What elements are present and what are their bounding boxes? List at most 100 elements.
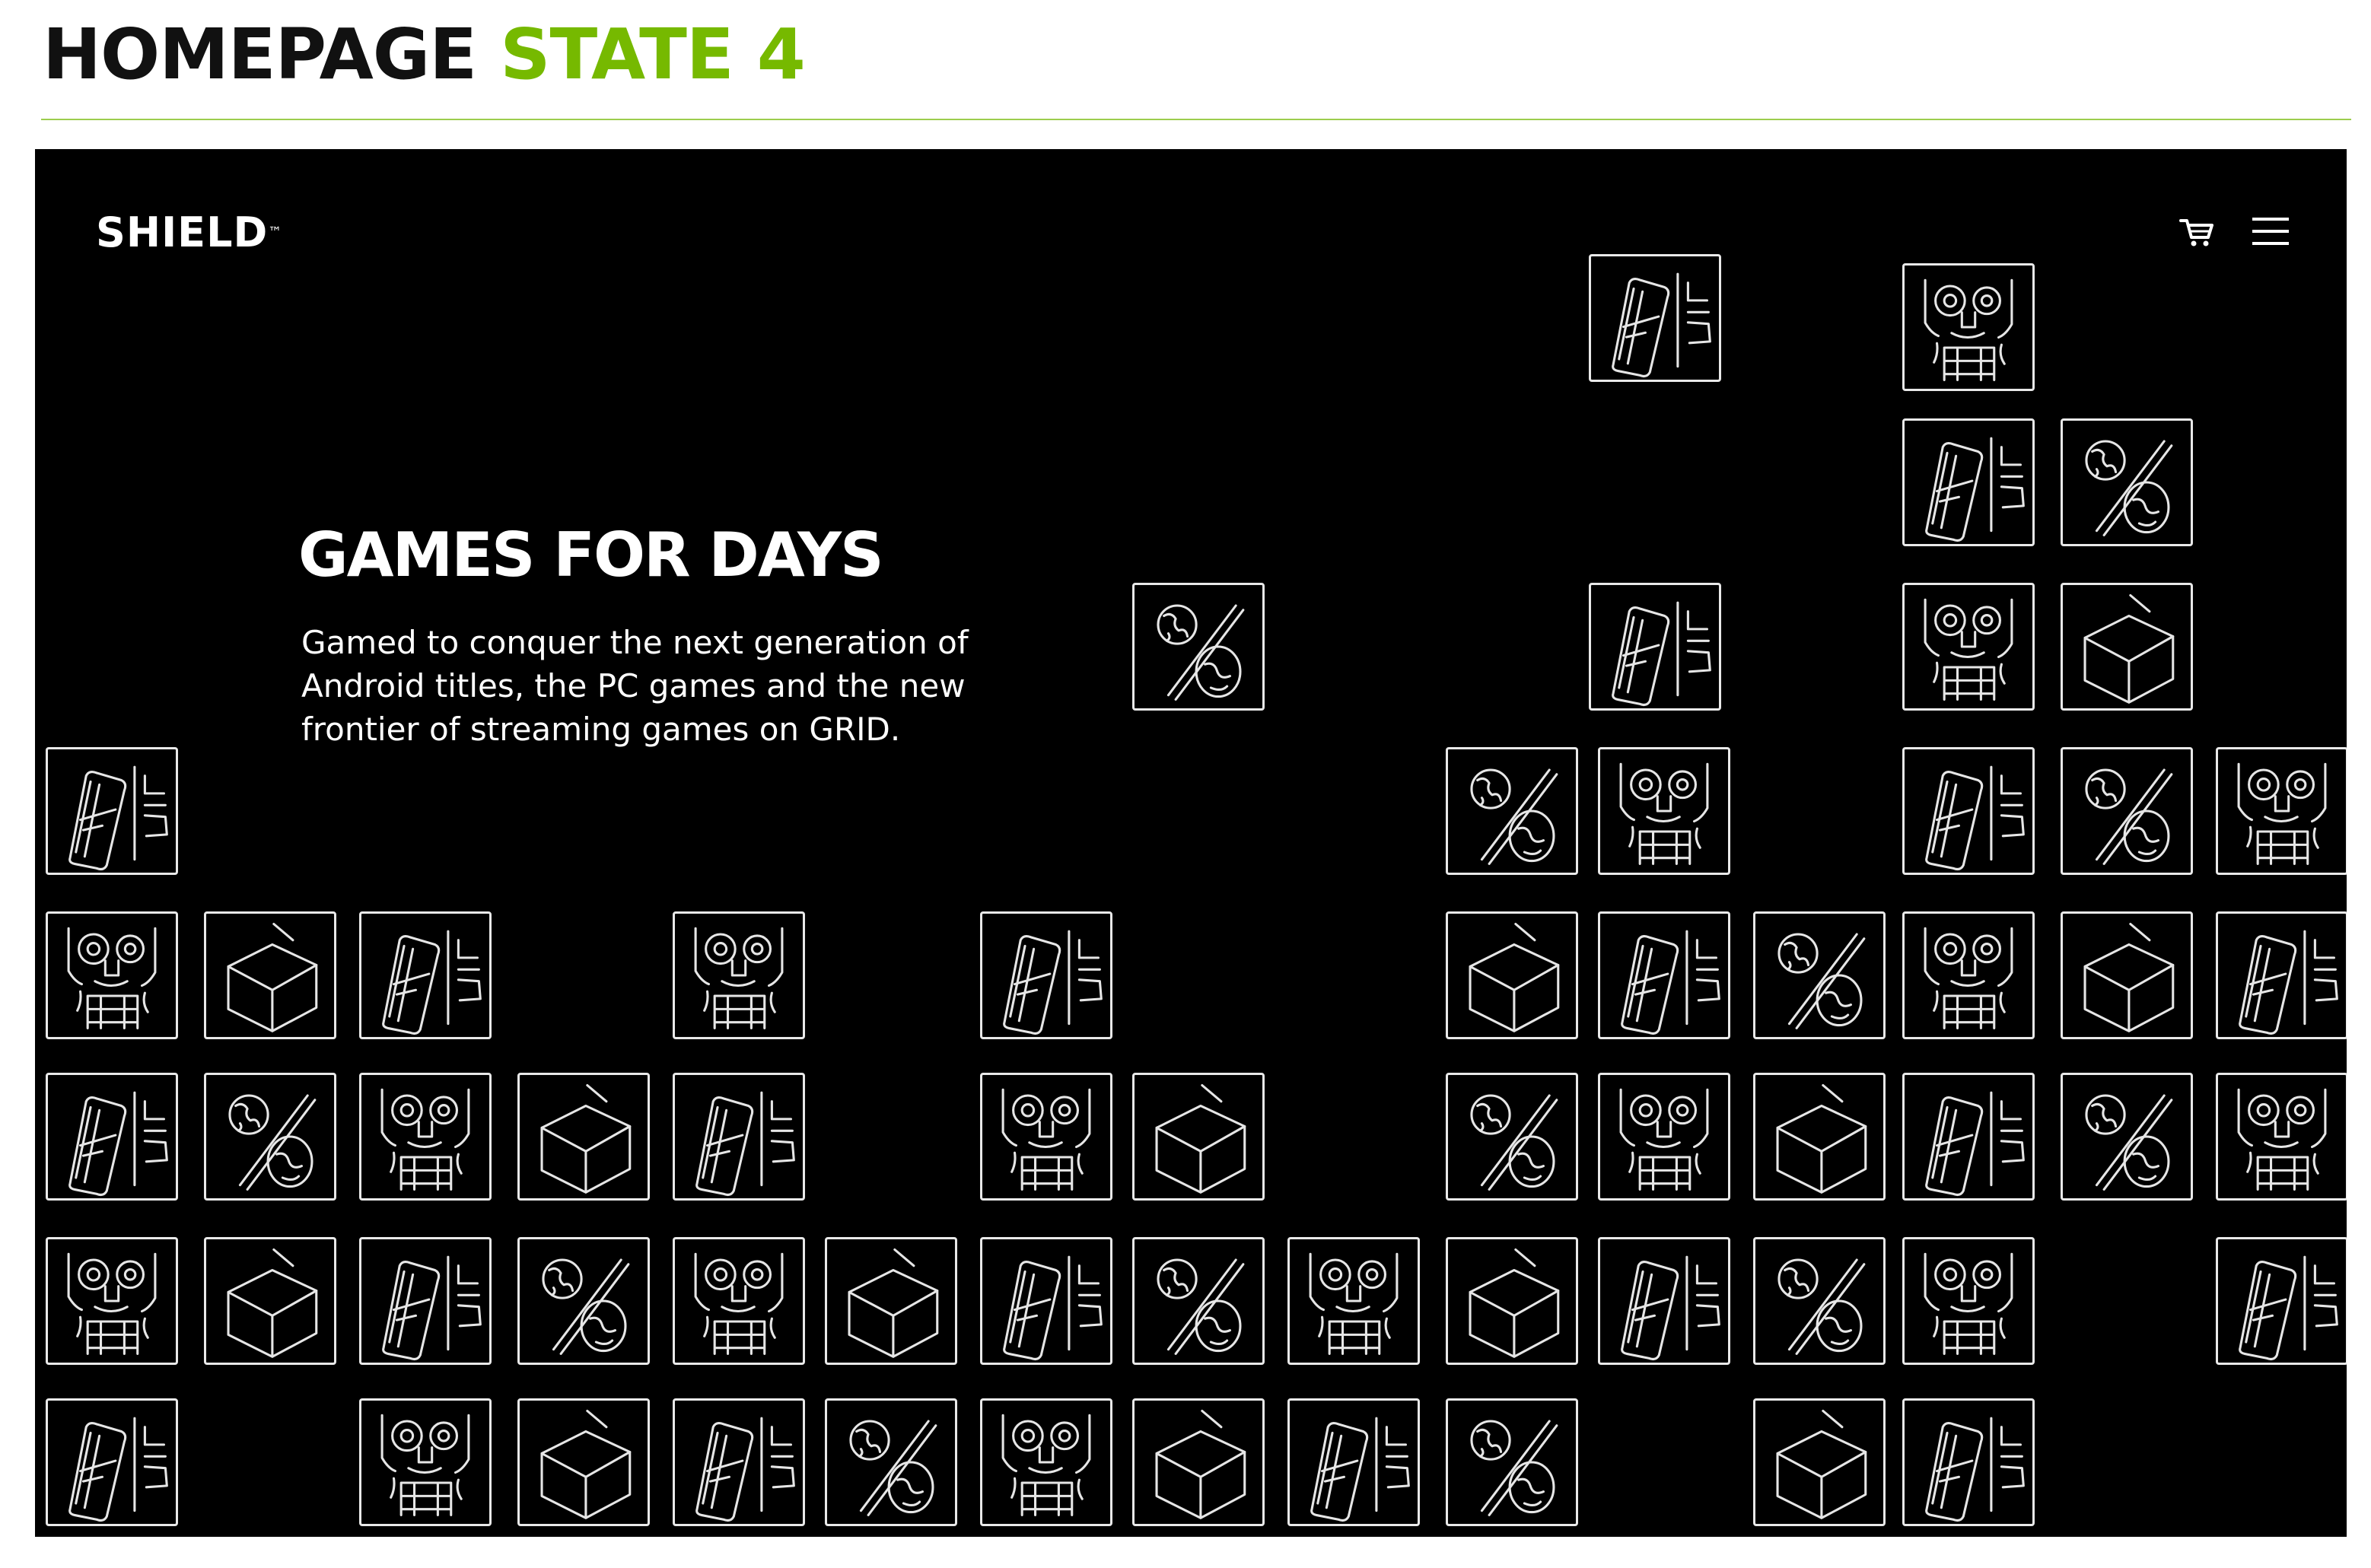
face-icon (1924, 927, 2013, 1029)
game-tile[interactable] (1132, 1073, 1265, 1201)
game-tile[interactable] (2061, 911, 2193, 1039)
game-tile[interactable] (2061, 418, 2193, 546)
menu-button[interactable] (2248, 208, 2293, 254)
game-tile[interactable] (825, 1237, 957, 1365)
phone-icon (68, 1417, 168, 1522)
game-tile[interactable] (1287, 1398, 1420, 1526)
face-icon (67, 927, 157, 1029)
game-tile[interactable] (980, 1237, 1112, 1365)
game-tile[interactable] (673, 1237, 805, 1365)
face-icon (1619, 1088, 1709, 1191)
game-tile[interactable] (1753, 1073, 1886, 1201)
game-tile[interactable] (1132, 1237, 1265, 1365)
cart-button[interactable] (2175, 208, 2220, 254)
game-tile[interactable] (204, 1073, 336, 1201)
game-tile[interactable] (517, 1237, 650, 1365)
game-tile[interactable] (1598, 1073, 1730, 1201)
game-tile[interactable] (1446, 747, 1578, 875)
globe-percent-icon (1157, 1258, 1245, 1355)
game-tile[interactable] (2061, 583, 2193, 711)
globe-percent-icon (228, 1094, 317, 1191)
game-tile[interactable] (673, 1073, 805, 1201)
globe-percent-icon (2085, 1094, 2173, 1191)
game-tile[interactable] (517, 1398, 650, 1526)
game-tile[interactable] (1753, 1237, 1886, 1365)
game-tile[interactable] (673, 911, 805, 1039)
globe-percent-icon (542, 1258, 630, 1355)
game-tile[interactable] (1589, 254, 1721, 382)
cube-icon (2083, 922, 2175, 1032)
logo-trademark: ™ (268, 224, 283, 240)
title-divider (41, 119, 2351, 120)
shield-logo[interactable]: SHIELD™ (96, 210, 282, 256)
phone-icon (1612, 272, 1711, 378)
game-tile[interactable] (1446, 1398, 1578, 1526)
document-title: HOMEPAGE STATE 4 (43, 9, 806, 100)
game-tile[interactable] (204, 1237, 336, 1365)
cube-icon (227, 922, 318, 1032)
game-tile[interactable] (359, 1237, 492, 1365)
cube-icon (1469, 1248, 1560, 1358)
game-tile[interactable] (2216, 1073, 2347, 1201)
game-tile[interactable] (1598, 747, 1730, 875)
cube-icon (227, 1248, 318, 1358)
game-tile[interactable] (359, 911, 492, 1039)
cube-icon (540, 1083, 632, 1194)
game-tile[interactable] (2216, 1237, 2347, 1365)
game-tile[interactable] (1902, 583, 2035, 711)
game-tile[interactable] (1902, 1398, 2035, 1526)
game-tile[interactable] (46, 911, 178, 1039)
cube-icon (1155, 1409, 1246, 1519)
game-tile[interactable] (1132, 583, 1265, 711)
game-tile[interactable] (980, 1073, 1112, 1201)
game-tile[interactable] (1902, 1237, 2035, 1365)
game-tile[interactable] (2061, 1073, 2193, 1201)
game-tile[interactable] (1902, 263, 2035, 391)
game-tile[interactable] (46, 1398, 178, 1526)
face-icon (380, 1414, 470, 1516)
face-icon (1001, 1088, 1091, 1191)
game-tile[interactable] (1598, 911, 1730, 1039)
game-tile[interactable] (1446, 911, 1578, 1039)
game-tile[interactable] (2216, 747, 2347, 875)
game-tile[interactable] (1753, 1398, 1886, 1526)
game-tile[interactable] (2216, 911, 2347, 1039)
game-tile[interactable] (673, 1398, 805, 1526)
game-tile[interactable] (1753, 911, 1886, 1039)
game-tile[interactable] (46, 1073, 178, 1201)
game-tile[interactable] (1902, 418, 2035, 546)
game-tile[interactable] (1902, 1073, 2035, 1201)
game-tile[interactable] (1902, 747, 2035, 875)
face-icon (694, 927, 784, 1029)
phone-icon (695, 1091, 795, 1197)
game-tile[interactable] (1446, 1237, 1578, 1365)
game-tile[interactable] (825, 1398, 957, 1526)
game-tile[interactable] (204, 911, 336, 1039)
globe-percent-icon (1470, 1420, 1558, 1516)
face-icon (380, 1088, 470, 1191)
game-tile[interactable] (1902, 911, 2035, 1039)
homepage-wireframe: SHIELD™ GAMES FOR DAYS Gamed to conquer … (35, 149, 2347, 1537)
logo-text: SHIELD (96, 208, 269, 256)
game-tile[interactable] (1287, 1237, 1420, 1365)
game-tile[interactable] (517, 1073, 650, 1201)
phone-icon (1310, 1417, 1410, 1522)
game-tile[interactable] (359, 1073, 492, 1201)
cube-icon (1776, 1409, 1867, 1519)
game-tile[interactable] (46, 1237, 178, 1365)
phone-icon (1925, 765, 2025, 871)
game-tile[interactable] (980, 1398, 1112, 1526)
game-tile[interactable] (46, 747, 178, 875)
game-tile[interactable] (2061, 747, 2193, 875)
game-tile[interactable] (980, 911, 1112, 1039)
game-tile-grid (35, 149, 2347, 1537)
game-tile[interactable] (1598, 1237, 1730, 1365)
cube-icon (1776, 1083, 1867, 1194)
game-tile[interactable] (1446, 1073, 1578, 1201)
game-tile[interactable] (359, 1398, 492, 1526)
game-tile[interactable] (1132, 1398, 1265, 1526)
phone-icon (2239, 930, 2338, 1035)
game-tile[interactable] (1589, 583, 1721, 711)
cart-icon (2179, 219, 2213, 246)
face-icon (2237, 1088, 2327, 1191)
